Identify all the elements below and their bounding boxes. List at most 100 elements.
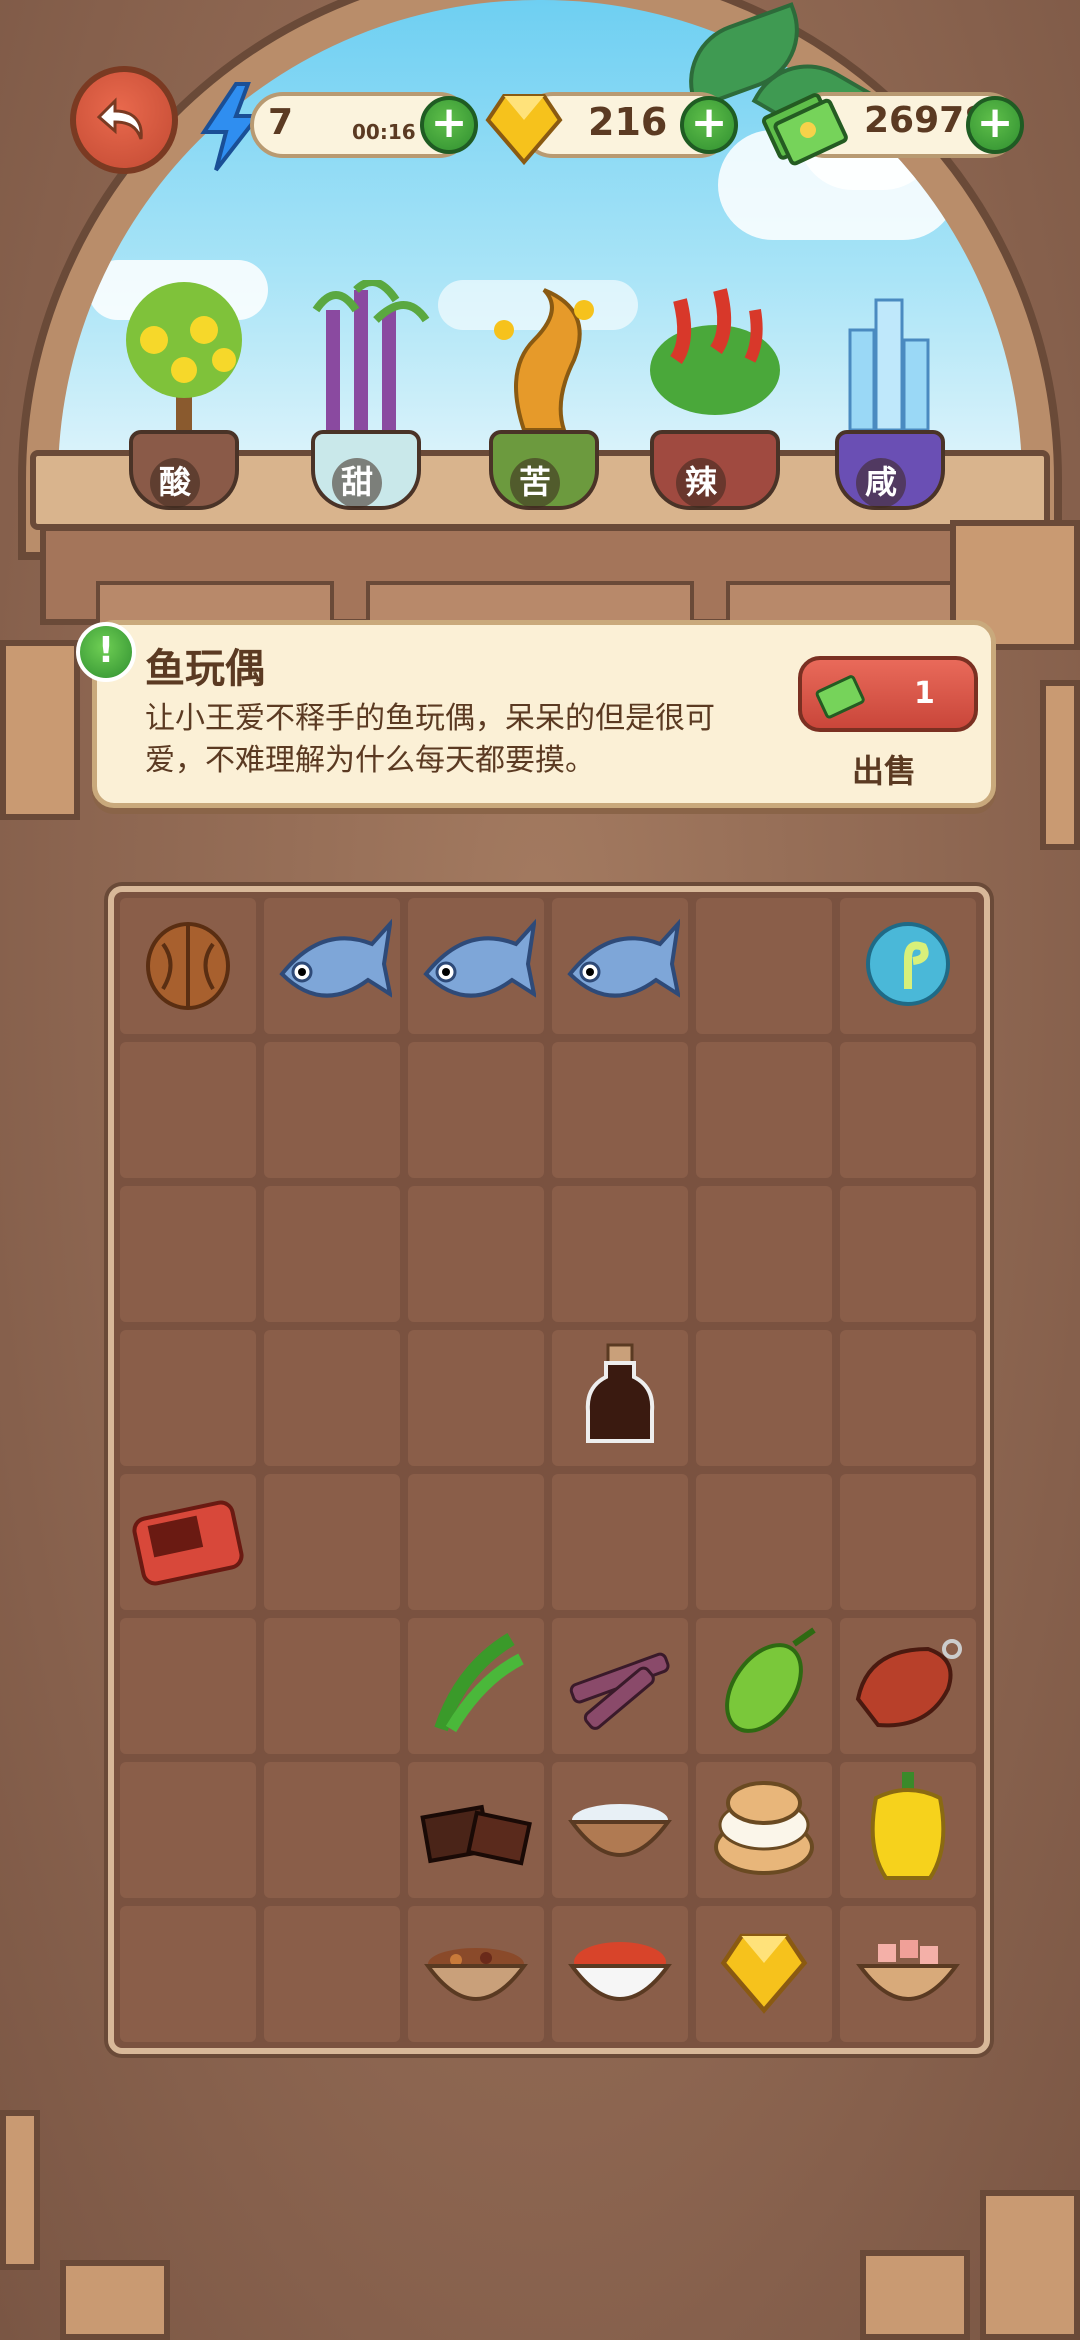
grid-cell[interactable] xyxy=(120,1186,256,1322)
grid-cell[interactable] xyxy=(120,1474,256,1610)
cash-icon xyxy=(815,675,865,719)
chili-plant-icon xyxy=(650,288,780,415)
flavor-label: 甜 xyxy=(332,458,382,508)
grid-cell[interactable] xyxy=(552,1762,688,1898)
walnut-icon[interactable] xyxy=(138,914,238,1018)
grid-cell[interactable] xyxy=(120,1330,256,1466)
sugarcane-icon[interactable] xyxy=(560,1629,680,1743)
grid-cell[interactable] xyxy=(408,898,544,1034)
grid-cell[interactable] xyxy=(552,1618,688,1754)
grid-cell[interactable] xyxy=(696,1042,832,1178)
plant-sweet[interactable]: 甜 xyxy=(296,280,436,510)
grid-cell[interactable] xyxy=(408,1186,544,1322)
sell-button[interactable]: 1 xyxy=(798,656,978,732)
grid-cell[interactable] xyxy=(264,1186,400,1322)
grid-cell[interactable] xyxy=(264,1762,400,1898)
crate xyxy=(860,2250,970,2340)
grid-cell[interactable] xyxy=(696,1906,832,2042)
grid-cell[interactable] xyxy=(264,1330,400,1466)
spices-bowl-icon[interactable] xyxy=(416,1922,536,2026)
cash-icon xyxy=(762,93,848,166)
back-button[interactable] xyxy=(70,66,178,174)
soy-sauce-bottle-icon[interactable] xyxy=(580,1341,660,1455)
grid-cell[interactable] xyxy=(840,1042,976,1178)
fish-icon[interactable] xyxy=(416,914,537,1018)
plant-bitter[interactable]: 苦 xyxy=(474,280,614,510)
salt-bowl-icon[interactable] xyxy=(560,1778,680,1882)
grid-cell[interactable] xyxy=(840,1186,976,1322)
pink-salt-bowl-icon[interactable] xyxy=(848,1922,968,2026)
fern-bubble-icon[interactable] xyxy=(863,919,953,1013)
flavor-label: 苦 xyxy=(510,458,560,508)
back-arrow-icon xyxy=(96,97,143,140)
grid-cell[interactable] xyxy=(264,1618,400,1754)
grid-cell[interactable] xyxy=(840,898,976,1034)
fish-icon[interactable] xyxy=(272,914,393,1018)
grid-cell[interactable] xyxy=(120,1762,256,1898)
add-cash-button[interactable]: + xyxy=(966,96,1024,154)
grid-cell[interactable] xyxy=(840,1474,976,1610)
crate xyxy=(0,640,80,820)
crate xyxy=(980,2190,1080,2340)
grid-cell[interactable] xyxy=(840,1330,976,1466)
grid-cell[interactable] xyxy=(120,898,256,1034)
plant-sour[interactable]: 酸 xyxy=(114,280,254,510)
grid-cell[interactable] xyxy=(552,1330,688,1466)
grid-cell[interactable] xyxy=(552,1474,688,1610)
grid-cell[interactable] xyxy=(120,1906,256,2042)
crystal-icon xyxy=(848,298,930,432)
merge-board xyxy=(108,886,990,2054)
grid-cell[interactable] xyxy=(552,1906,688,2042)
info-icon: ! xyxy=(76,622,136,682)
grid-cell[interactable] xyxy=(408,1906,544,2042)
grid-cell[interactable] xyxy=(696,1186,832,1322)
yellow-pepper-icon[interactable] xyxy=(858,1768,958,1892)
item-description: 让小王爱不释手的鱼玩偶，呆呆的但是很可爱，不难理解为什么每天都要摸。 xyxy=(145,701,715,778)
grid-cell[interactable] xyxy=(696,1330,832,1466)
grid-cell[interactable] xyxy=(264,1042,400,1178)
grid-cell[interactable] xyxy=(552,1042,688,1178)
grid-cell[interactable] xyxy=(408,1042,544,1178)
grid-cell[interactable] xyxy=(264,898,400,1034)
grid-cell[interactable] xyxy=(552,898,688,1034)
grid-cell[interactable] xyxy=(840,1762,976,1898)
plant-salty[interactable]: 咸 xyxy=(820,280,960,510)
grid-cell[interactable] xyxy=(408,1762,544,1898)
grid-cell[interactable] xyxy=(696,898,832,1034)
chili-powder-icon[interactable] xyxy=(560,1922,680,2026)
gem-icon[interactable] xyxy=(719,1927,809,2021)
game-console-icon[interactable] xyxy=(128,1490,248,1594)
lemon-tree-icon xyxy=(126,282,242,430)
grid-cell[interactable] xyxy=(264,1906,400,2042)
bitter-melon-icon[interactable] xyxy=(704,1624,824,1748)
grid-cell[interactable] xyxy=(120,1042,256,1178)
crate xyxy=(0,2110,40,2270)
cream-puff-icon[interactable] xyxy=(704,1773,824,1887)
energy-value: 7 xyxy=(268,102,294,143)
sell-price: 1 xyxy=(914,676,935,711)
sugarcane-plant-icon xyxy=(312,280,430,430)
crate xyxy=(60,2260,170,2340)
flavor-label: 辣 xyxy=(676,458,726,508)
grid-cell[interactable] xyxy=(840,1906,976,2042)
grid-cell[interactable] xyxy=(408,1618,544,1754)
grid-cell[interactable] xyxy=(696,1618,832,1754)
flavor-label: 酸 xyxy=(150,458,200,508)
add-gems-button[interactable]: + xyxy=(680,96,738,154)
grid-cell[interactable] xyxy=(840,1618,976,1754)
grid-cell[interactable] xyxy=(408,1330,544,1466)
chocolate-icon[interactable] xyxy=(416,1778,536,1882)
grid-cell[interactable] xyxy=(264,1474,400,1610)
fish-icon[interactable] xyxy=(560,914,681,1018)
add-energy-button[interactable]: + xyxy=(420,96,478,154)
grid-cell[interactable] xyxy=(696,1762,832,1898)
grid-cell[interactable] xyxy=(696,1474,832,1610)
grid-cell[interactable] xyxy=(408,1474,544,1610)
ham-icon[interactable] xyxy=(848,1629,968,1743)
bitter-tree-icon xyxy=(494,288,594,432)
gem-icon xyxy=(485,94,563,166)
plant-spicy[interactable]: 辣 xyxy=(640,280,780,510)
grid-cell[interactable] xyxy=(120,1618,256,1754)
grid-cell[interactable] xyxy=(552,1186,688,1322)
green-chili-icon[interactable] xyxy=(421,1629,531,1743)
